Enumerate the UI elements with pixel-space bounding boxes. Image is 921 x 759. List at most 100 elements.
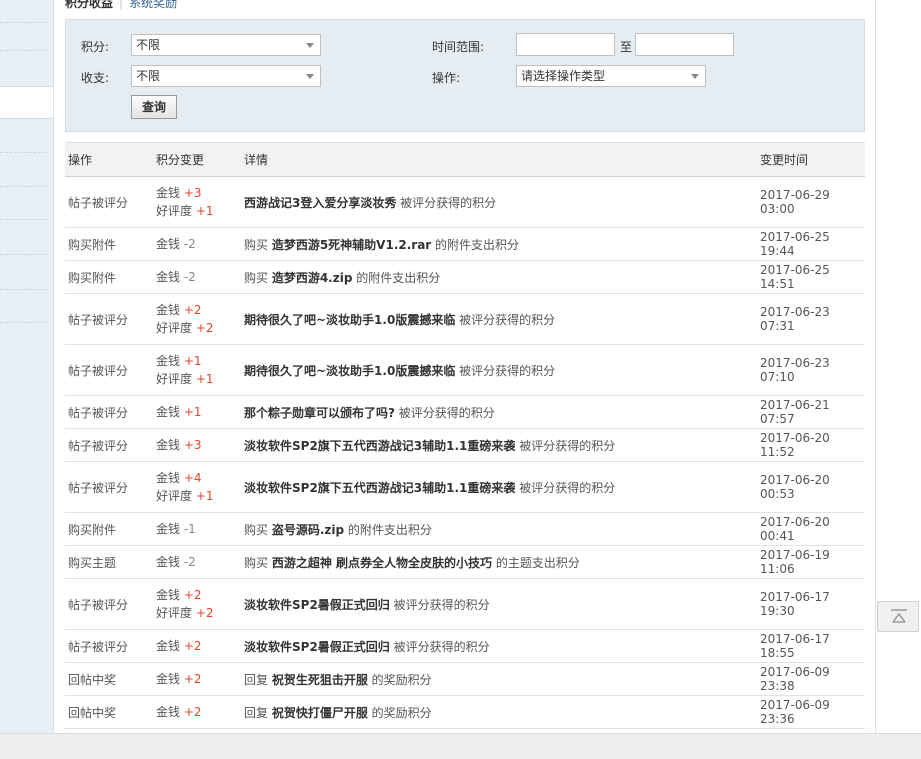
currency-name: 金钱 — [156, 555, 181, 569]
cell-detail: 回复 祝贺快打僵尸开服 的奖励积分 — [241, 695, 757, 729]
currency-amount: -1 — [183, 522, 196, 536]
cell-detail: 那个粽子勋章可以颁布了吗? 被评分获得的积分 — [241, 395, 757, 429]
currency-amount: +1 — [183, 354, 202, 368]
cell-operation: 购买附件 — [65, 260, 153, 294]
sidebar-divider — [0, 22, 46, 23]
cell-points-change: 金钱 -2 — [153, 227, 241, 261]
thread-title-link[interactable]: 盗号源码.zip — [272, 523, 344, 537]
table-row: 帖子被评分 金钱 +2 淡妆软件SP2暑假正式回归 被评分获得的积分 2017-06-… — [65, 629, 865, 663]
cell-change-time: 2017-06-25 19:44 — [757, 227, 865, 261]
detail-prefix: 购买 — [244, 555, 272, 570]
cell-detail: 淡妆软件SP2旗下五代西游战记3辅助1.1重磅来袭 被评分获得的积分 — [241, 461, 757, 513]
points-select-value: 不限 — [136, 38, 161, 52]
currency-amount: +2 — [183, 672, 202, 686]
cell-change-time: 2017-06-23 07:10 — [757, 344, 865, 396]
cell-detail: 淡妆软件SP2暑假正式回归 被评分获得的积分 — [241, 578, 757, 630]
thread-title-link[interactable]: 造梦西游4.zip — [272, 271, 353, 285]
table-row: 购买附件 金钱 -1 购买 盗号源码.zip 的附件支出积分 2017-06-20 0… — [65, 512, 865, 546]
thread-title-link[interactable]: 期待很久了吧~淡妆助手1.0版震撼来临 — [244, 313, 455, 327]
thread-title-link[interactable]: 祝贺生死狙击开服 — [272, 673, 368, 687]
cell-change-time: 2017-06-25 14:51 — [757, 260, 865, 294]
query-button[interactable]: 查询 — [131, 95, 177, 119]
back-to-top-button[interactable] — [877, 601, 919, 632]
cell-points-change: 金钱 +1 好评度 +1 — [153, 344, 241, 396]
currency-name: 金钱 — [156, 672, 181, 686]
cell-points-change: 金钱 +2 — [153, 629, 241, 663]
reputation-name: 好评度 — [156, 204, 193, 218]
table-row: 帖子被评分 金钱 +1 那个粽子勋章可以颁布了吗? 被评分获得的积分 2017-06-… — [65, 395, 865, 429]
reputation-name: 好评度 — [156, 321, 193, 335]
content-right-border — [875, 0, 876, 733]
range-start-input[interactable] — [516, 33, 615, 56]
tab-system-reward[interactable]: 系统奖励 — [129, 0, 177, 10]
cell-change-time: 2017-06-20 00:53 — [757, 461, 865, 513]
table-body: 帖子被评分 金钱 +3 好评度 +1 西游战记3登入爱分享淡妆秀 被评分获得的积分 20… — [65, 176, 865, 729]
thread-title-link[interactable]: 淡妆软件SP2旗下五代西游战记3辅助1.1重磅来袭 — [244, 481, 515, 495]
cell-operation: 帖子被评分 — [65, 176, 153, 228]
filter-panel: 积分: 不限 收支: 不限 时间范围: 至 操作: 请选择操作类型 查询 — [65, 19, 865, 132]
table-row: 帖子被评分 金钱 +3 淡妆软件SP2旗下五代西游战记3辅助1.1重磅来袭 被评分获… — [65, 428, 865, 462]
cell-operation: 帖子被评分 — [65, 461, 153, 513]
cell-operation: 帖子被评分 — [65, 578, 153, 630]
cell-detail: 购买 造梦西游4.zip 的附件支出积分 — [241, 260, 757, 294]
thread-title-link[interactable]: 期待很久了吧~淡妆助手1.0版震撼来临 — [244, 364, 455, 378]
currency-name: 金钱 — [156, 186, 181, 200]
reputation-name: 好评度 — [156, 606, 193, 620]
detail-suffix: 的主题支出积分 — [492, 555, 580, 570]
points-log-table: 操作 积分变更 详情 变更时间 帖子被评分 金钱 +3 好评度 +1 西游战记3登入爱… — [65, 142, 865, 729]
cell-points-change: 金钱 -1 — [153, 512, 241, 546]
range-end-input[interactable] — [635, 33, 734, 56]
sidebar — [0, 0, 54, 733]
thread-title-link[interactable]: 造梦西游5死神辅助V1.2.rar — [272, 238, 431, 252]
currency-name: 金钱 — [156, 471, 181, 485]
detail-suffix: 的附件支出积分 — [431, 237, 520, 252]
detail-suffix: 被评分获得的积分 — [389, 597, 490, 612]
chevron-down-icon — [691, 74, 699, 79]
thread-title-link[interactable]: 那个粽子勋章可以颁布了吗? — [244, 406, 395, 420]
tab-separator: | — [119, 0, 124, 10]
operation-select[interactable]: 请选择操作类型 — [516, 65, 706, 87]
flow-select[interactable]: 不限 — [131, 65, 321, 87]
thread-title-link[interactable]: 西游之超神 刷点券全人物全皮肤的小技巧 — [272, 556, 492, 570]
points-select[interactable]: 不限 — [131, 34, 321, 56]
thread-title-link[interactable]: 淡妆软件SP2暑假正式回归 — [244, 598, 390, 612]
points-label: 积分: — [81, 40, 110, 54]
detail-prefix: 回复 — [244, 705, 272, 720]
currency-name: 金钱 — [156, 405, 181, 419]
detail-suffix: 的奖励积分 — [367, 672, 432, 687]
thread-title-link[interactable]: 淡妆软件SP2旗下五代西游战记3辅助1.1重磅来袭 — [244, 439, 515, 453]
tab-points-income[interactable]: 积分收益 — [65, 0, 113, 10]
cell-points-change: 金钱 -2 — [153, 260, 241, 294]
header-operation: 操作 — [65, 142, 153, 177]
cell-change-time: 2017-06-29 03:00 — [757, 176, 865, 228]
table-row: 购买附件 金钱 -2 购买 造梦西游5死神辅助V1.2.rar 的附件支出积分 201… — [65, 227, 865, 261]
cell-points-change: 金钱 +2 好评度 +2 — [153, 578, 241, 630]
sidebar-divider — [0, 186, 46, 187]
currency-name: 金钱 — [156, 438, 181, 452]
detail-suffix: 被评分获得的积分 — [515, 480, 616, 495]
currency-amount: +4 — [183, 471, 202, 485]
thread-title-link[interactable]: 西游战记3登入爱分享淡妆秀 — [244, 196, 396, 210]
sidebar-item-active[interactable] — [0, 86, 54, 119]
currency-amount: +2 — [183, 303, 202, 317]
detail-suffix: 被评分获得的积分 — [396, 195, 497, 210]
currency-name: 金钱 — [156, 270, 181, 284]
thread-title-link[interactable]: 淡妆软件SP2暑假正式回归 — [244, 640, 390, 654]
sidebar-divider — [0, 322, 46, 323]
cell-detail: 期待很久了吧~淡妆助手1.0版震撼来临 被评分获得的积分 — [241, 344, 757, 396]
cell-detail: 购买 盗号源码.zip 的附件支出积分 — [241, 512, 757, 546]
cell-change-time: 2017-06-20 00:41 — [757, 512, 865, 546]
currency-name: 金钱 — [156, 639, 181, 653]
cell-operation: 帖子被评分 — [65, 629, 153, 663]
detail-prefix: 回复 — [244, 672, 272, 687]
cell-detail: 回复 祝贺生死狙击开服 的奖励积分 — [241, 662, 757, 696]
cell-operation: 购买附件 — [65, 227, 153, 261]
currency-amount: +2 — [183, 639, 202, 653]
currency-amount: -2 — [183, 555, 196, 569]
currency-amount: +3 — [183, 438, 202, 452]
thread-title-link[interactable]: 祝贺快打僵尸开服 — [272, 706, 368, 720]
detail-prefix: 购买 — [244, 270, 272, 285]
operation-label: 操作: — [432, 71, 461, 85]
detail-prefix: 购买 — [244, 522, 272, 537]
page: 积分收益 | 系统奖励 积分: 不限 收支: 不限 时间范围: 至 操作: 请选择操… — [0, 0, 921, 759]
